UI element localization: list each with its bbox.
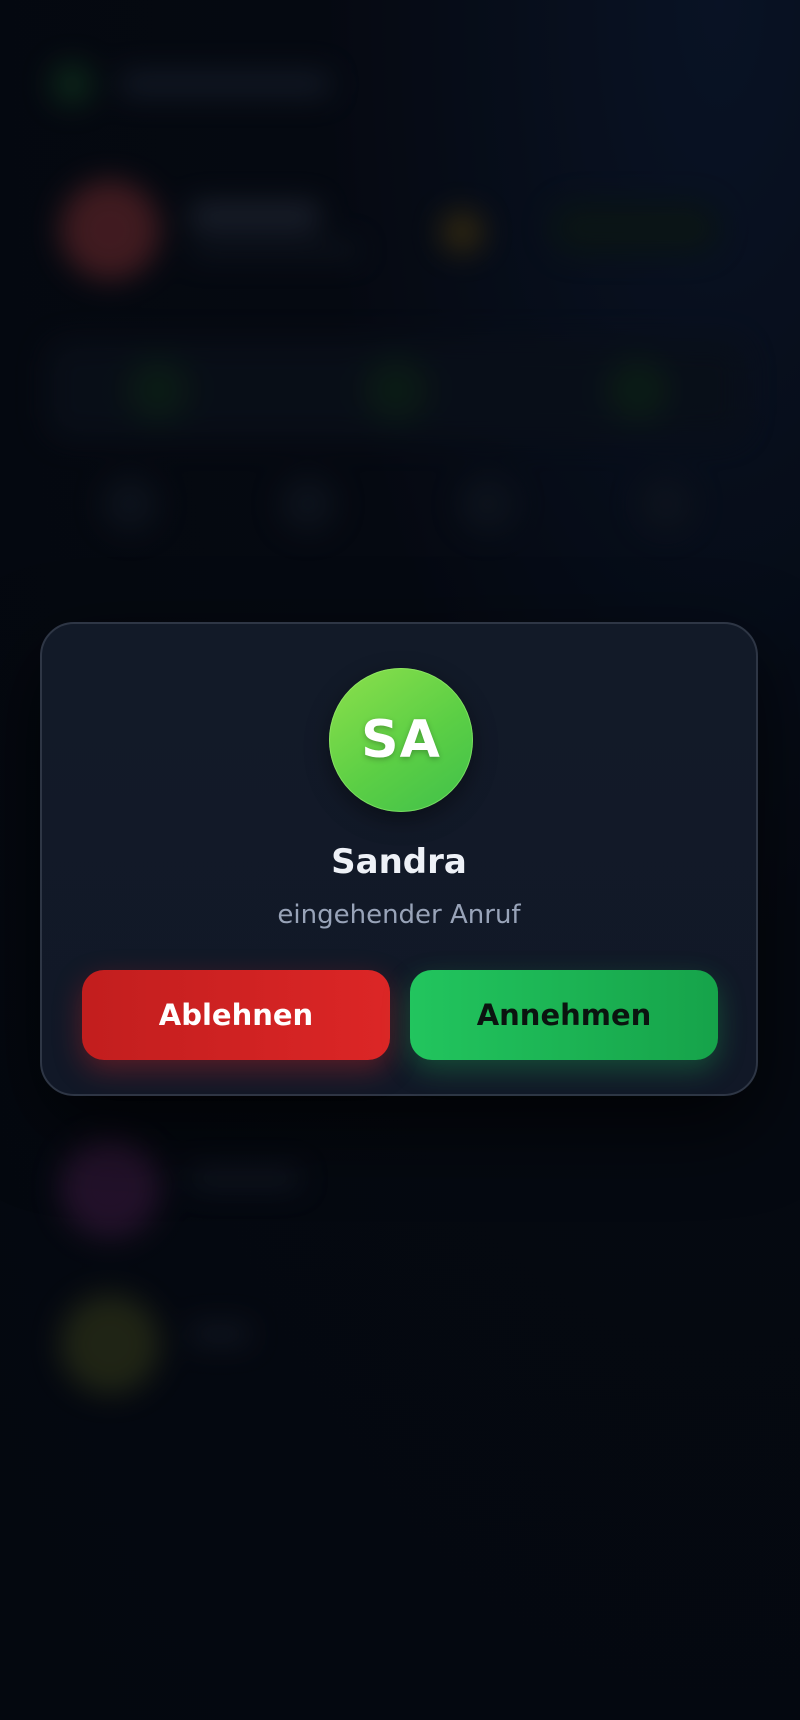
caller-initials: SA <box>361 710 441 770</box>
call-status-text: eingehender Anruf <box>277 900 521 930</box>
caller-avatar: SA <box>329 668 473 812</box>
app-screen: SA Sandra eingehender Anruf Ablehnen Ann… <box>0 0 800 1720</box>
caller-name: Sandra <box>331 842 467 882</box>
accept-call-button[interactable]: Annehmen <box>410 970 718 1060</box>
incoming-call-dialog: SA Sandra eingehender Anruf Ablehnen Ann… <box>40 622 758 1096</box>
decline-call-button[interactable]: Ablehnen <box>82 970 390 1060</box>
